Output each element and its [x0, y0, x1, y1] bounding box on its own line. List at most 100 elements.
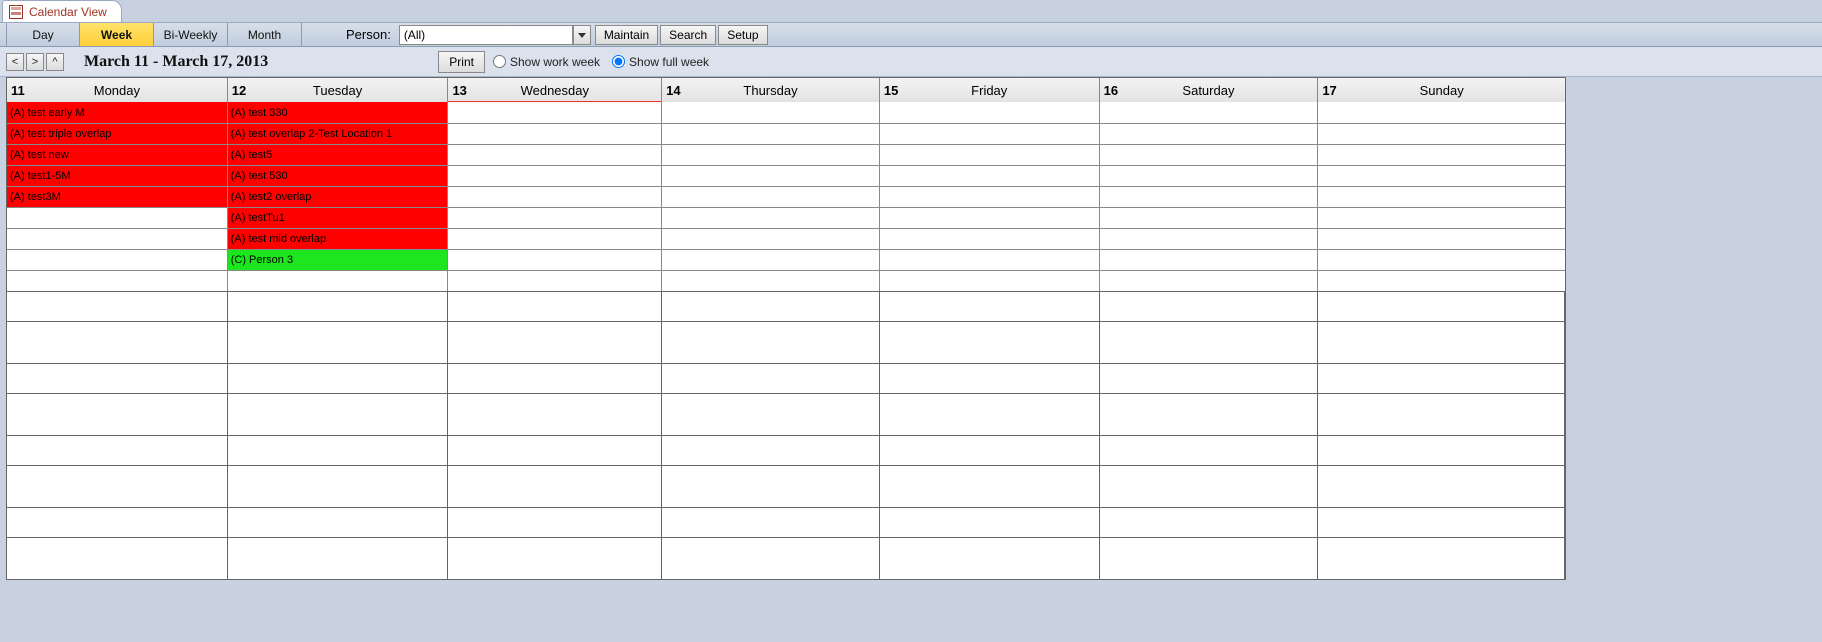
empty-cell[interactable]: [7, 271, 228, 291]
empty-cell[interactable]: [1100, 166, 1319, 186]
empty-cell[interactable]: [662, 229, 880, 249]
empty-cell[interactable]: [1318, 508, 1565, 537]
empty-cell[interactable]: [1318, 229, 1565, 249]
event-cell[interactable]: (A) test 530: [228, 166, 449, 186]
empty-cell[interactable]: [1100, 102, 1319, 123]
empty-cell[interactable]: [662, 292, 880, 321]
empty-cell[interactable]: [662, 250, 880, 270]
empty-cell[interactable]: [448, 271, 662, 291]
empty-cell[interactable]: [1318, 124, 1565, 144]
empty-cell[interactable]: [880, 271, 1100, 291]
empty-cell[interactable]: [880, 208, 1100, 228]
event-cell[interactable]: (A) test triple overlap: [7, 124, 228, 144]
empty-cell[interactable]: [1318, 436, 1565, 465]
empty-cell[interactable]: [448, 322, 662, 363]
day-header-wed[interactable]: 13 Wednesday: [448, 78, 662, 102]
empty-cell[interactable]: [228, 508, 449, 537]
empty-cell[interactable]: [1318, 250, 1565, 270]
empty-cell[interactable]: [1318, 394, 1565, 435]
empty-cell[interactable]: [7, 208, 228, 228]
empty-cell[interactable]: [448, 292, 662, 321]
empty-cell[interactable]: [1100, 508, 1319, 537]
empty-cell[interactable]: [1100, 538, 1319, 579]
event-cell[interactable]: (A) test5: [228, 145, 449, 165]
empty-cell[interactable]: [662, 124, 880, 144]
empty-cell[interactable]: [880, 364, 1100, 393]
empty-cell[interactable]: [228, 292, 449, 321]
event-cell[interactable]: (A) test2 overlap: [228, 187, 449, 207]
empty-cell[interactable]: [228, 364, 449, 393]
empty-cell[interactable]: [880, 124, 1100, 144]
event-cell[interactable]: (A) test3M: [7, 187, 228, 207]
empty-cell[interactable]: [7, 394, 228, 435]
empty-cell[interactable]: [662, 436, 880, 465]
empty-cell[interactable]: [880, 322, 1100, 363]
empty-cell[interactable]: [448, 145, 662, 165]
empty-cell[interactable]: [1100, 436, 1319, 465]
prev-button[interactable]: <: [6, 53, 24, 71]
empty-cell[interactable]: [1100, 322, 1319, 363]
day-header-fri[interactable]: 15 Friday: [880, 78, 1100, 102]
event-cell[interactable]: (A) testTu1: [228, 208, 449, 228]
view-btn-week[interactable]: Week: [80, 23, 154, 46]
empty-cell[interactable]: [448, 508, 662, 537]
empty-cell[interactable]: [1318, 145, 1565, 165]
maintain-button[interactable]: Maintain: [595, 25, 658, 45]
empty-cell[interactable]: [7, 364, 228, 393]
empty-cell[interactable]: [228, 466, 449, 507]
empty-cell[interactable]: [1100, 466, 1319, 507]
empty-cell[interactable]: [7, 322, 228, 363]
setup-button[interactable]: Setup: [718, 25, 767, 45]
empty-cell[interactable]: [880, 145, 1100, 165]
empty-cell[interactable]: [7, 466, 228, 507]
empty-cell[interactable]: [1100, 292, 1319, 321]
event-cell[interactable]: (A) test overlap 2-Test Location 1: [228, 124, 449, 144]
event-cell[interactable]: (A) test 330: [228, 102, 449, 123]
empty-cell[interactable]: [7, 250, 228, 270]
empty-cell[interactable]: [1318, 364, 1565, 393]
empty-cell[interactable]: [228, 271, 449, 291]
empty-cell[interactable]: [880, 394, 1100, 435]
radio-work-week-input[interactable]: [493, 55, 506, 68]
empty-cell[interactable]: [880, 538, 1100, 579]
empty-cell[interactable]: [880, 166, 1100, 186]
empty-cell[interactable]: [7, 508, 228, 537]
empty-cell[interactable]: [228, 538, 449, 579]
empty-cell[interactable]: [228, 436, 449, 465]
empty-cell[interactable]: [7, 292, 228, 321]
radio-work-week[interactable]: Show work week: [493, 55, 600, 69]
search-button[interactable]: Search: [660, 25, 716, 45]
day-header-sat[interactable]: 16 Saturday: [1100, 78, 1319, 102]
empty-cell[interactable]: [1318, 208, 1565, 228]
empty-cell[interactable]: [7, 538, 228, 579]
empty-cell[interactable]: [1100, 124, 1319, 144]
empty-cell[interactable]: [880, 250, 1100, 270]
empty-cell[interactable]: [448, 436, 662, 465]
up-button[interactable]: ^: [46, 53, 64, 71]
empty-cell[interactable]: [1318, 538, 1565, 579]
day-header-thu[interactable]: 14 Thursday: [662, 78, 880, 102]
event-cell[interactable]: (A) test mid overlap: [228, 229, 449, 249]
empty-cell[interactable]: [880, 102, 1100, 123]
empty-cell[interactable]: [1100, 208, 1319, 228]
event-cell[interactable]: (C) Person 3: [228, 250, 449, 270]
empty-cell[interactable]: [662, 187, 880, 207]
empty-cell[interactable]: [1318, 292, 1565, 321]
empty-cell[interactable]: [662, 145, 880, 165]
print-button[interactable]: Print: [438, 51, 485, 73]
empty-cell[interactable]: [448, 166, 662, 186]
event-cell[interactable]: (A) test1-5M: [7, 166, 228, 186]
empty-cell[interactable]: [880, 187, 1100, 207]
empty-cell[interactable]: [662, 364, 880, 393]
empty-cell[interactable]: [448, 208, 662, 228]
empty-cell[interactable]: [1318, 322, 1565, 363]
empty-cell[interactable]: [880, 436, 1100, 465]
empty-cell[interactable]: [448, 364, 662, 393]
day-header-mon[interactable]: 11 Monday: [7, 78, 228, 102]
empty-cell[interactable]: [7, 436, 228, 465]
empty-cell[interactable]: [448, 124, 662, 144]
empty-cell[interactable]: [880, 292, 1100, 321]
empty-cell[interactable]: [662, 322, 880, 363]
empty-cell[interactable]: [228, 394, 449, 435]
empty-cell[interactable]: [448, 102, 662, 123]
